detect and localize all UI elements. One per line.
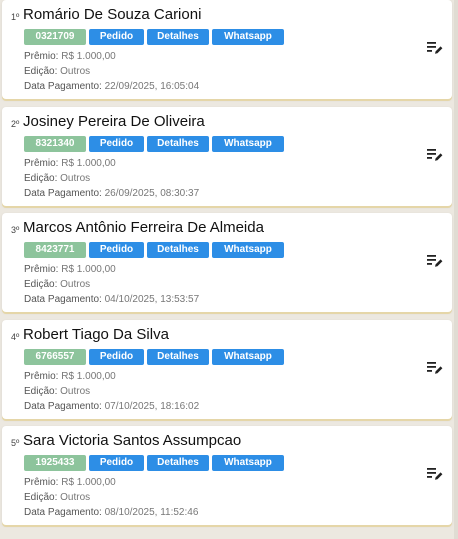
field-label: Edição: xyxy=(24,386,58,397)
edicao-row: Edição: Outros xyxy=(24,66,90,77)
field-value: Outros xyxy=(60,279,91,290)
data-pagamento-row: Data Pagamento: 04/10/2025, 13:53:57 xyxy=(24,294,199,305)
field-value: R$ 1.000,00 xyxy=(61,477,116,488)
field-label: Prêmio: xyxy=(24,477,59,488)
field-value: Outros xyxy=(60,492,91,503)
premio-row: Prêmio: R$ 1.000,00 xyxy=(24,264,116,275)
field-value: R$ 1.000,00 xyxy=(61,371,116,382)
edicao-row: Edição: Outros xyxy=(24,386,90,397)
whatsapp-button[interactable]: Whatsapp xyxy=(212,455,284,471)
field-label: Edição: xyxy=(24,173,58,184)
card-actions: 8321340 Pedido Detalhes Whatsapp xyxy=(24,136,284,152)
winner-card: 5º Sara Victoria Santos Assumpcao 1925433 P… xyxy=(2,426,452,525)
field-value: 07/10/2025, 18:16:02 xyxy=(104,401,200,412)
field-label: Data Pagamento: xyxy=(24,401,102,412)
whatsapp-button[interactable]: Whatsapp xyxy=(212,242,284,258)
whatsapp-button[interactable]: Whatsapp xyxy=(212,349,284,365)
rank-label: 2º xyxy=(11,119,20,129)
field-value: 08/10/2025, 11:52:46 xyxy=(104,507,199,518)
field-label: Edição: xyxy=(24,279,58,290)
scrollbar-track[interactable] xyxy=(454,0,458,539)
winner-name: Robert Tiago Da Silva xyxy=(23,326,169,343)
field-label: Prêmio: xyxy=(24,264,59,275)
field-value: R$ 1.000,00 xyxy=(61,158,116,169)
field-value: 04/10/2025, 13:53:57 xyxy=(104,294,200,305)
field-label: Data Pagamento: xyxy=(24,294,102,305)
field-value: R$ 1.000,00 xyxy=(61,264,116,275)
field-value: Outros xyxy=(60,66,91,77)
field-label: Prêmio: xyxy=(24,158,59,169)
field-value: 22/09/2025, 16:05:04 xyxy=(104,81,200,92)
field-value: R$ 1.000,00 xyxy=(61,51,116,62)
data-pagamento-row: Data Pagamento: 26/09/2025, 08:30:37 xyxy=(24,188,199,199)
edit-list-icon[interactable] xyxy=(427,467,443,481)
winner-card: 2º Josiney Pereira De Oliveira 8321340 Pedi… xyxy=(2,107,452,206)
edicao-row: Edição: Outros xyxy=(24,279,90,290)
field-label: Edição: xyxy=(24,492,58,503)
winner-name: Sara Victoria Santos Assumpcao xyxy=(23,432,242,449)
edicao-row: Edição: Outros xyxy=(24,173,90,184)
pedido-button[interactable]: Pedido xyxy=(89,455,144,471)
winner-name: Marcos Antônio Ferreira De Almeida xyxy=(23,219,264,236)
rank-label: 4º xyxy=(11,332,20,342)
whatsapp-button[interactable]: Whatsapp xyxy=(212,136,284,152)
field-label: Prêmio: xyxy=(24,371,59,382)
field-label: Edição: xyxy=(24,66,58,77)
pedido-button[interactable]: Pedido xyxy=(89,349,144,365)
detalhes-button[interactable]: Detalhes xyxy=(147,29,209,45)
rank-label: 5º xyxy=(11,438,20,448)
ticket-code-badge: 6766557 xyxy=(24,349,86,365)
card-actions: 1925433 Pedido Detalhes Whatsapp xyxy=(24,455,284,471)
ticket-code-badge: 8321340 xyxy=(24,136,86,152)
ticket-code-badge: 0321709 xyxy=(24,29,86,45)
edit-list-icon[interactable] xyxy=(427,361,443,375)
premio-row: Prêmio: R$ 1.000,00 xyxy=(24,371,116,382)
premio-row: Prêmio: R$ 1.000,00 xyxy=(24,477,116,488)
data-pagamento-row: Data Pagamento: 07/10/2025, 18:16:02 xyxy=(24,401,199,412)
field-value: Outros xyxy=(60,386,91,397)
rank-label: 1º xyxy=(11,12,20,22)
pedido-button[interactable]: Pedido xyxy=(89,242,144,258)
field-value: Outros xyxy=(60,173,91,184)
winner-card: 3º Marcos Antônio Ferreira De Almeida 8423… xyxy=(2,213,452,312)
edicao-row: Edição: Outros xyxy=(24,492,90,503)
detalhes-button[interactable]: Detalhes xyxy=(147,136,209,152)
winner-card: 1º Romário De Souza Carioni 0321709 Pedido D… xyxy=(2,0,452,99)
ticket-code-badge: 8423771 xyxy=(24,242,86,258)
field-label: Data Pagamento: xyxy=(24,188,102,199)
edit-list-icon[interactable] xyxy=(427,254,443,268)
detalhes-button[interactable]: Detalhes xyxy=(147,455,209,471)
pedido-button[interactable]: Pedido xyxy=(89,136,144,152)
premio-row: Prêmio: R$ 1.000,00 xyxy=(24,158,116,169)
winner-card: 4º Robert Tiago Da Silva 6766557 Pedido Deta… xyxy=(2,320,452,419)
edit-list-icon[interactable] xyxy=(427,148,443,162)
field-label: Data Pagamento: xyxy=(24,81,102,92)
card-actions: 0321709 Pedido Detalhes Whatsapp xyxy=(24,29,284,45)
ticket-code-badge: 1925433 xyxy=(24,455,86,471)
card-actions: 6766557 Pedido Detalhes Whatsapp xyxy=(24,349,284,365)
whatsapp-button[interactable]: Whatsapp xyxy=(212,29,284,45)
field-label: Data Pagamento: xyxy=(24,507,102,518)
pedido-button[interactable]: Pedido xyxy=(89,29,144,45)
data-pagamento-row: Data Pagamento: 08/10/2025, 11:52:46 xyxy=(24,507,198,518)
data-pagamento-row: Data Pagamento: 22/09/2025, 16:05:04 xyxy=(24,81,199,92)
field-value: 26/09/2025, 08:30:37 xyxy=(104,188,200,199)
detalhes-button[interactable]: Detalhes xyxy=(147,242,209,258)
rank-label: 3º xyxy=(11,225,20,235)
card-actions: 8423771 Pedido Detalhes Whatsapp xyxy=(24,242,284,258)
premio-row: Prêmio: R$ 1.000,00 xyxy=(24,51,116,62)
winner-name: Josiney Pereira De Oliveira xyxy=(23,113,205,130)
detalhes-button[interactable]: Detalhes xyxy=(147,349,209,365)
winner-name: Romário De Souza Carioni xyxy=(23,6,202,23)
field-label: Prêmio: xyxy=(24,51,59,62)
edit-list-icon[interactable] xyxy=(427,41,443,55)
